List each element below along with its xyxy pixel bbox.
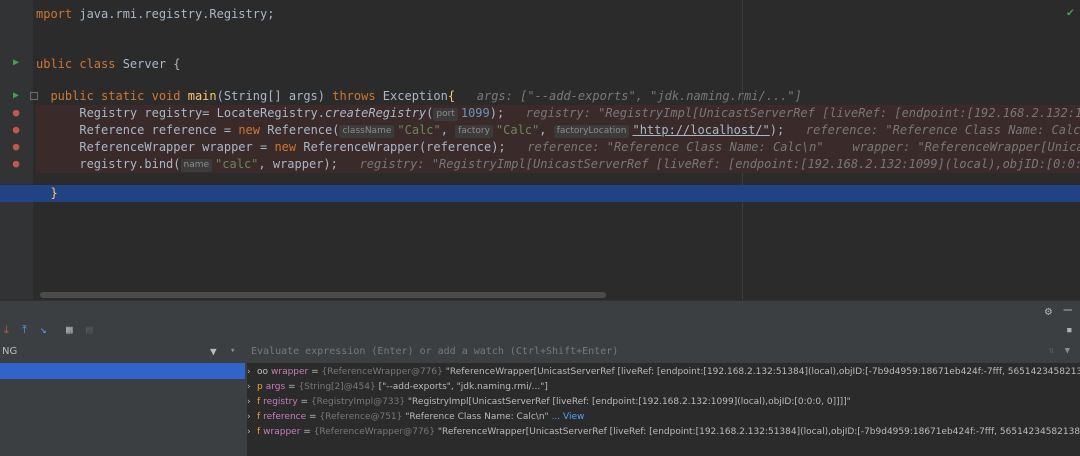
variable-row[interactable]: › oo wrapper = {ReferenceWrapper@776} "Ref… (247, 365, 1080, 380)
chevron-down-icon[interactable]: ▼ (1065, 346, 1070, 356)
gutter-breakpoint[interactable]: ● (0, 141, 33, 158)
field-icon: f (257, 412, 261, 422)
code-line-create-registry[interactable]: Registry registry= LocateRegistry.create… (36, 105, 1080, 122)
variable-row[interactable]: › f wrapper = {ReferenceWrapper@776} "Refe… (247, 425, 1080, 440)
inline-debug-hint: reference: "Reference Class Name: Calc\n… (527, 140, 1080, 154)
gear-icon[interactable]: ⚙ (1045, 304, 1052, 318)
run-to-cursor-icon[interactable]: ↘ (40, 323, 47, 336)
variables-panel: Evaluate expression (Enter) or add a wat… (247, 343, 1080, 456)
param-hint: name (180, 159, 213, 172)
view-link[interactable]: ... View (552, 412, 585, 422)
run-icon[interactable]: ▶ (10, 57, 22, 69)
variable-row[interactable]: › f registry = {RegistryImpl@733} "Registr… (247, 395, 851, 410)
code-editor[interactable]: ▶ ▶ ● ● ● ● ✔ mport java.rmi.registry.Re… (0, 0, 1080, 300)
code-line-reference[interactable]: Reference reference = new Reference(clas… (36, 122, 1080, 139)
horizontal-scrollbar[interactable] (40, 292, 606, 298)
evaluate-icon[interactable]: ▦ (66, 323, 73, 336)
chevron-right-icon[interactable]: › (247, 365, 257, 380)
inline-debug-hint: registry: "RegistryImpl[UnicastServerRef… (525, 106, 1080, 120)
minimize-icon[interactable]: — (1064, 302, 1072, 318)
editor-gutter[interactable]: ▶ ▶ ● ● ● ● (0, 0, 38, 300)
gutter-breakpoint[interactable]: ● (0, 124, 33, 141)
debug-panel: ⚙ — ⤓ ⤒ ↘ ▦ ▤ ▪ NG ▼ ▾ Evaluate expressi… (0, 300, 1080, 456)
chevron-down-icon[interactable]: ▾ (230, 346, 235, 356)
chevron-right-icon[interactable]: › (247, 395, 257, 410)
code-line-class[interactable]: ublic class Server { (36, 56, 1080, 73)
breakpoint-icon[interactable]: ● (10, 141, 22, 153)
code-line-current[interactable]: } (0, 185, 1080, 202)
parameter-icon: p (257, 382, 263, 392)
evaluate-expression-field[interactable]: Evaluate expression (Enter) or add a wat… (247, 343, 1080, 363)
breakpoint-icon[interactable]: ● (10, 124, 22, 136)
param-hint: className (339, 125, 395, 138)
code-line-main[interactable]: public static void main(String[] args) t… (36, 88, 1080, 105)
field-icon: f (257, 397, 261, 407)
breakpoint-icon[interactable]: ● (10, 107, 22, 119)
grid-icon[interactable]: ▤ (86, 323, 93, 336)
chevron-right-icon[interactable]: › (247, 425, 257, 440)
gutter-run-class[interactable]: ▶ (0, 57, 33, 74)
watch-icon: oo (257, 367, 269, 377)
inline-debug-hint: reference: "Reference Class Name: Calc\n… (805, 123, 1080, 137)
debug-toolbar: ⤓ ⤒ ↘ ▦ ▤ ▪ (0, 321, 1080, 341)
inline-debug-hint: registry: "RegistryImpl[UnicastServerRef… (359, 157, 1080, 171)
field-icon: f (257, 427, 261, 437)
step-into-icon[interactable]: ⤓ (4, 323, 9, 337)
chevron-right-icon[interactable]: › (247, 410, 257, 425)
param-hint: port (433, 108, 458, 121)
url-link[interactable]: "http://localhost/" (632, 123, 769, 137)
chevron-right-icon[interactable]: › (247, 380, 257, 395)
gutter-breakpoint[interactable]: ● (0, 158, 33, 175)
gutter-breakpoint[interactable]: ● (0, 107, 33, 124)
step-out-icon[interactable]: ⤒ (22, 323, 27, 337)
filter-icon[interactable]: ▼ (210, 345, 217, 358)
param-hint: factoryLocation (553, 125, 630, 138)
run-icon[interactable]: ▶ (10, 90, 22, 102)
up-icon[interactable]: ⇅ (1049, 346, 1054, 356)
gutter-run-main[interactable]: ▶ (0, 90, 38, 107)
debug-panel-header: ⚙ — (0, 301, 1080, 321)
frames-header: NG ▼ ▾ (0, 343, 245, 363)
layout-icon[interactable]: ▪ (1066, 323, 1073, 336)
breakpoint-icon[interactable]: ● (10, 158, 22, 170)
variable-row[interactable]: › f reference = {Reference@751} "Reference… (247, 410, 584, 425)
code-line-wrapper[interactable]: ReferenceWrapper wrapper = new Reference… (36, 139, 1080, 156)
selected-frame[interactable] (0, 363, 245, 379)
param-hint: factory (455, 125, 493, 138)
variable-row[interactable]: › p args = {String[2]@454} ["--add-exports… (247, 380, 548, 395)
inline-debug-hint: args: ["--add-exports", "jdk.naming.rmi/… (476, 89, 802, 103)
code-line-bind[interactable]: registry.bind(name "calc", wrapper); regi… (36, 156, 1080, 173)
code-line-import[interactable]: mport java.rmi.registry.Registry; (36, 6, 1080, 23)
